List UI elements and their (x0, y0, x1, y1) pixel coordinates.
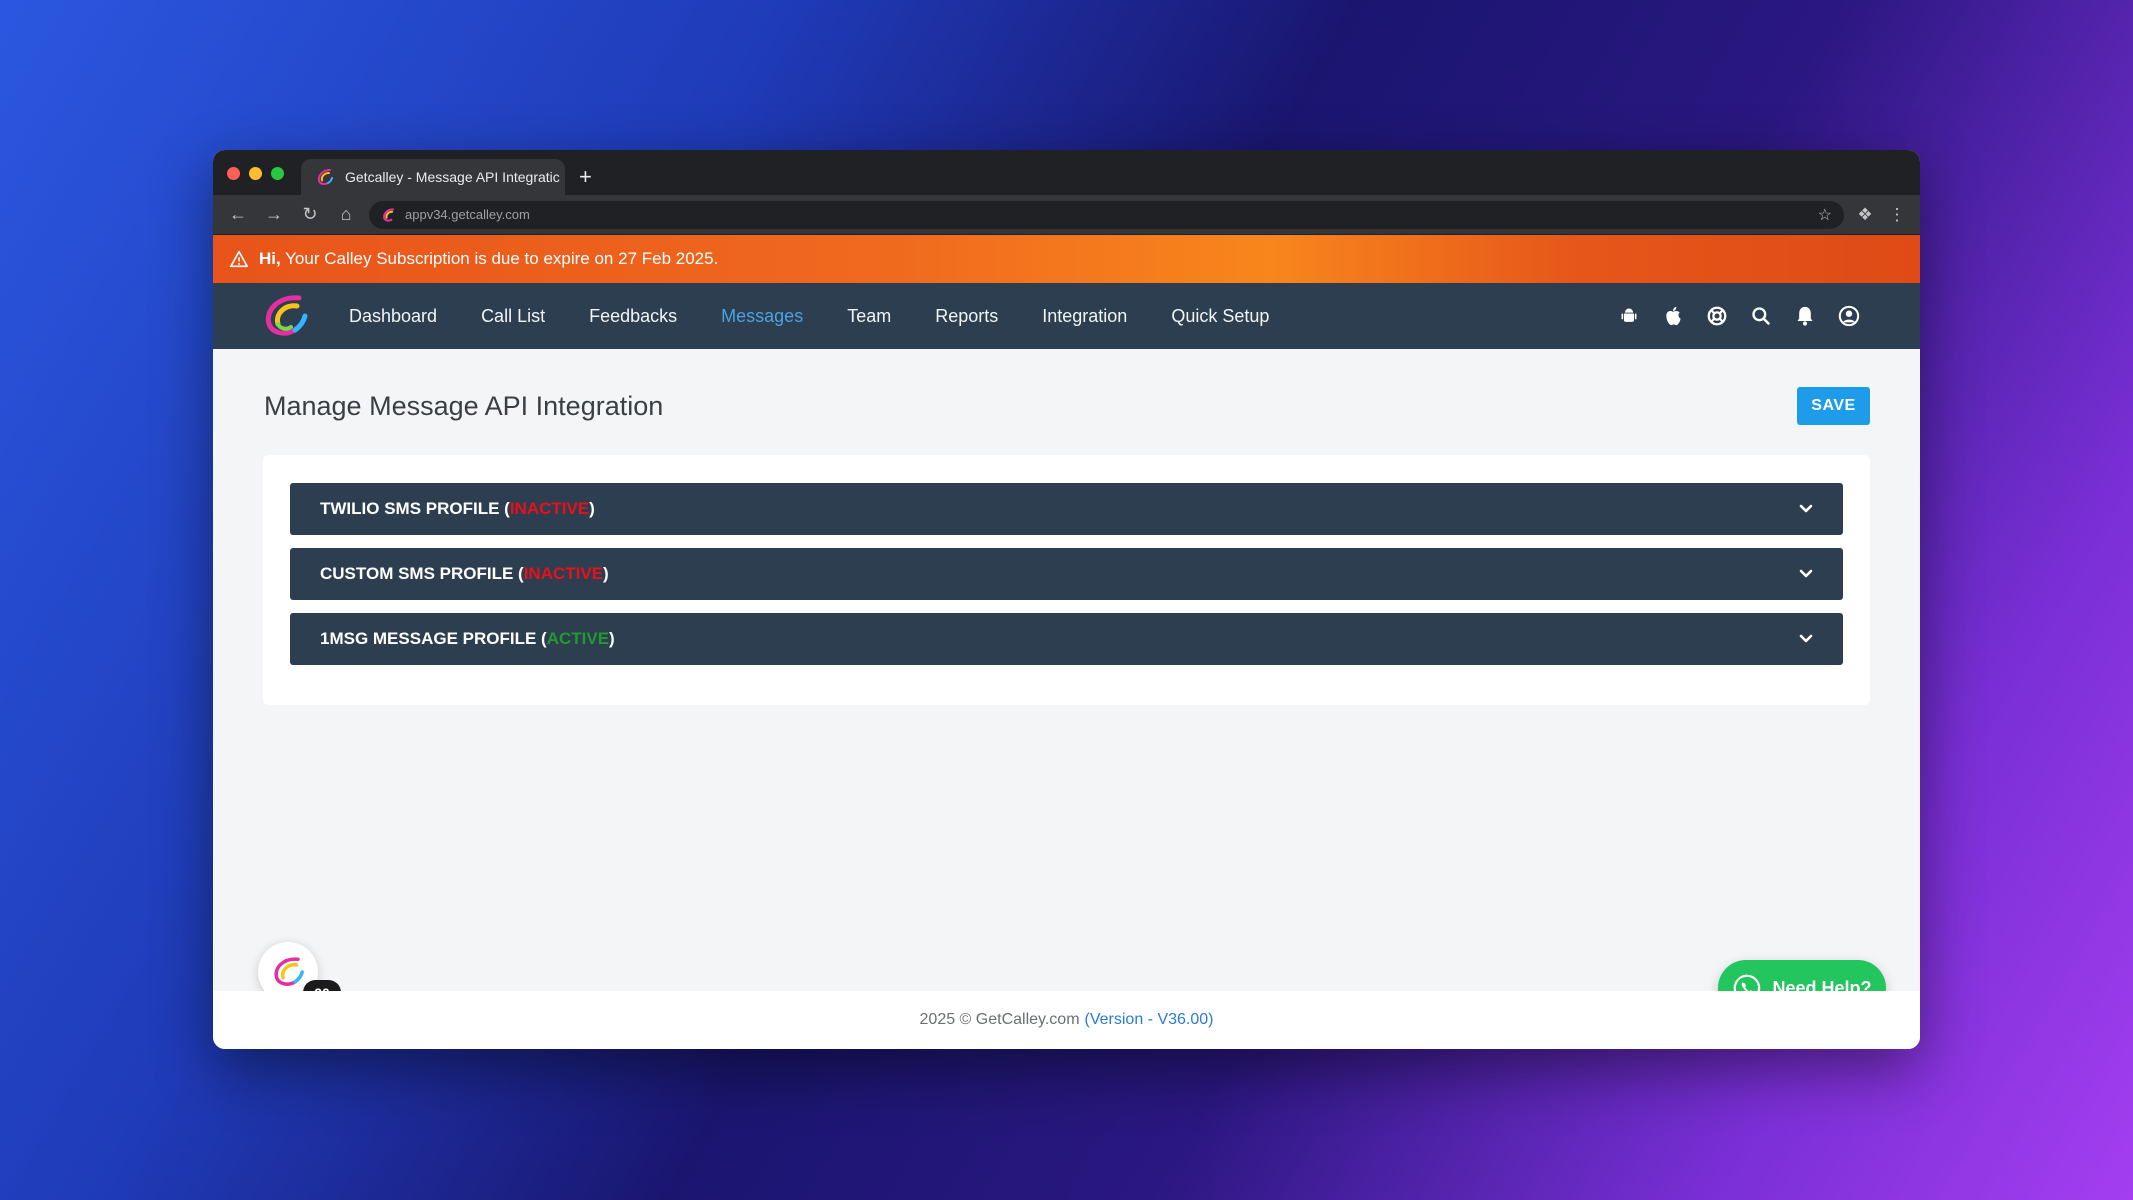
extensions-icon[interactable]: ❖ (1854, 205, 1876, 225)
user-icon[interactable] (1836, 303, 1862, 329)
home-icon[interactable]: ⌂ (333, 202, 359, 228)
alert-greeting: Hi, (259, 249, 281, 268)
profiles-card: TWILIO SMS PROFILE (INACTIVE) CUSTOM SMS… (263, 455, 1870, 705)
footer-copyright: 2025 © GetCalley.com (919, 1011, 1080, 1028)
new-tab-button[interactable]: + (579, 164, 592, 190)
accordion-twilio-sms-profile[interactable]: TWILIO SMS PROFILE (INACTIVE) (290, 483, 1843, 535)
main-content: Manage Message API Integration SAVE TWIL… (213, 349, 1920, 989)
bell-icon[interactable] (1792, 303, 1818, 329)
chevron-down-icon[interactable] (1799, 569, 1813, 579)
site-favicon-icon (383, 207, 394, 222)
page-header: Manage Message API Integration SAVE (263, 349, 1870, 425)
tab-title: Getcalley - Message API Integratic (345, 169, 560, 185)
nav-integration[interactable]: Integration (1020, 306, 1149, 327)
nav-feedbacks[interactable]: Feedbacks (567, 306, 699, 327)
close-window-button[interactable] (227, 167, 240, 180)
version-link[interactable]: (Version - V36.00) (1085, 1011, 1214, 1029)
chevron-down-icon[interactable] (1799, 634, 1813, 644)
forward-icon[interactable]: → (261, 202, 287, 228)
alert-message: Your Calley Subscription is due to expir… (285, 249, 719, 268)
browser-tab-active[interactable]: Getcalley - Message API Integratic (301, 159, 565, 195)
nav-reports[interactable]: Reports (913, 306, 1020, 327)
nav-dashboard[interactable]: Dashboard (327, 306, 459, 327)
bookmark-star-icon[interactable]: ☆ (1818, 205, 1832, 225)
support-icon[interactable] (1704, 303, 1730, 329)
search-icon[interactable] (1748, 303, 1774, 329)
accordion-1msg-message-profile[interactable]: 1MSG MESSAGE PROFILE (ACTIVE) (290, 613, 1843, 665)
calley-brand-logo[interactable] (261, 292, 309, 340)
nav-messages[interactable]: Messages (699, 306, 825, 327)
apple-icon[interactable] (1660, 303, 1686, 329)
top-navigation: Dashboard Call List Feedbacks Messages T… (213, 283, 1920, 349)
android-icon[interactable] (1616, 303, 1642, 329)
accordion-custom-sms-profile[interactable]: CUSTOM SMS PROFILE (INACTIVE) (290, 548, 1843, 600)
calley-logo-icon (317, 169, 333, 186)
subscription-alert: Hi, Your Calley Subscription is due to e… (213, 235, 1920, 283)
window-controls (227, 167, 284, 180)
warning-icon (230, 250, 248, 268)
main-menu: Dashboard Call List Feedbacks Messages T… (327, 306, 1291, 327)
profile-label: CUSTOM SMS PROFILE (INACTIVE) (320, 564, 609, 583)
footer: 2025 © GetCalley.com (Version - V36.00) (213, 991, 1920, 1049)
reload-icon[interactable]: ↻ (297, 202, 323, 228)
maximize-window-button[interactable] (271, 167, 284, 180)
nav-quick-setup[interactable]: Quick Setup (1149, 306, 1291, 327)
nav-icon-group (1616, 303, 1920, 329)
back-icon[interactable]: ← (225, 202, 251, 228)
profile-label: TWILIO SMS PROFILE (INACTIVE) (320, 499, 595, 518)
url-input[interactable]: appv34.getcalley.com ☆ (369, 200, 1844, 229)
address-bar-row: ← → ↻ ⌂ appv34.getcalley.com ☆ ❖ ⋮ (213, 195, 1920, 235)
status-active: ACTIVE (546, 629, 610, 648)
minimize-window-button[interactable] (249, 167, 262, 180)
status-inactive: INACTIVE (523, 564, 604, 583)
url-text: appv34.getcalley.com (405, 207, 530, 222)
status-inactive: INACTIVE (509, 499, 590, 518)
tab-bar: Getcalley - Message API Integratic + (213, 150, 1920, 195)
nav-team[interactable]: Team (825, 306, 913, 327)
save-button[interactable]: SAVE (1797, 387, 1870, 425)
chevron-down-icon[interactable] (1799, 504, 1813, 514)
nav-call-list[interactable]: Call List (459, 306, 567, 327)
browser-window: Getcalley - Message API Integratic + ← →… (213, 150, 1920, 1049)
page-title: Manage Message API Integration (264, 390, 664, 421)
profile-label: 1MSG MESSAGE PROFILE (ACTIVE) (320, 629, 615, 648)
browser-menu-icon[interactable]: ⋮ (1886, 205, 1908, 225)
calley-logo-icon (274, 957, 304, 986)
